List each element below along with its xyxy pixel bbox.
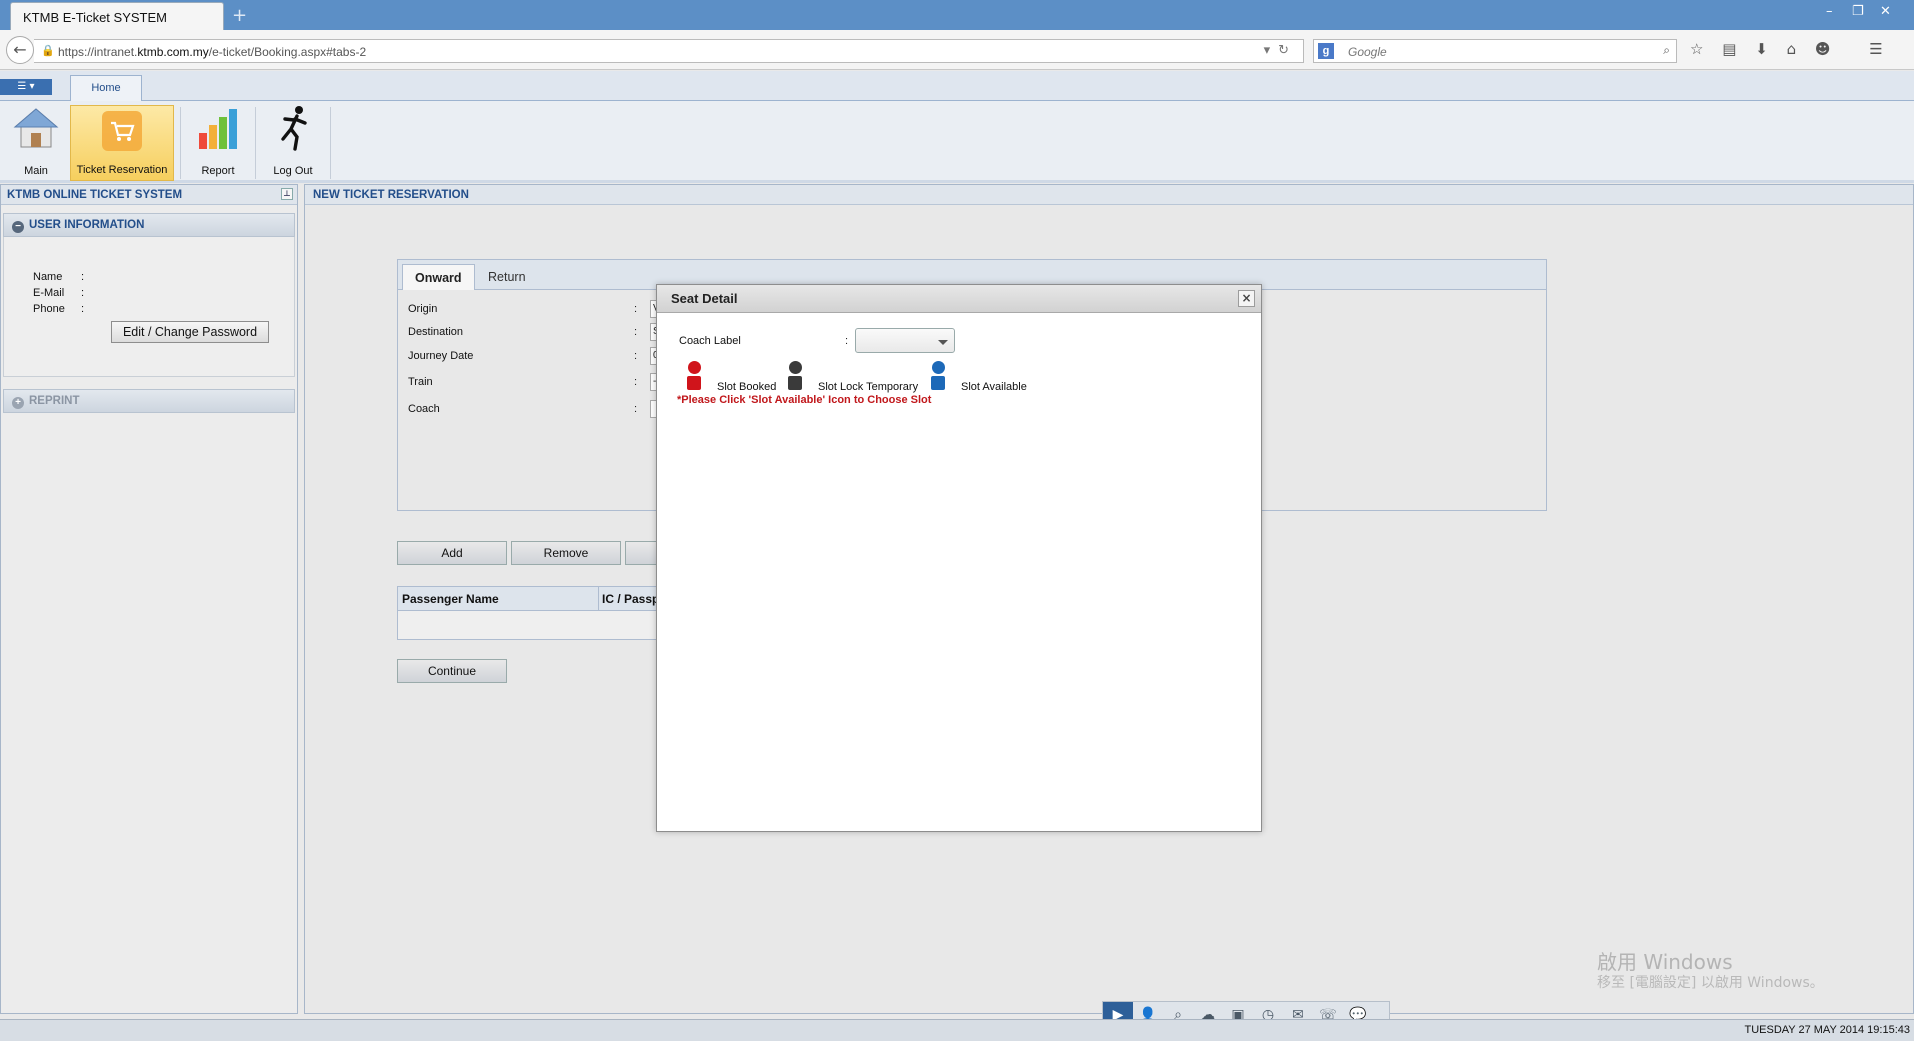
chevron-down-icon <box>938 340 948 345</box>
collapse-icon: − <box>12 221 24 233</box>
passenger-name-header: Passenger Name <box>402 592 499 606</box>
ribbon-separator <box>180 107 181 179</box>
train-colon: : <box>634 376 638 388</box>
ribbon: Main Ticket Reservation Report Log Out <box>0 101 1914 183</box>
app-tabbar: ☰ ▾ Home <box>0 71 1914 102</box>
seat-available-icon[interactable] <box>931 361 945 391</box>
url-text: https://intranet.ktmb.com.my/e-ticket/Bo… <box>58 45 367 59</box>
app-menu-button[interactable]: ☰ ▾ <box>0 79 52 95</box>
coach-label-dropdown[interactable] <box>855 328 955 353</box>
reading-list-icon[interactable]: ▤ <box>1722 40 1736 58</box>
url-bar[interactable]: 🔒 https://intranet.ktmb.com.my/e-ticket/… <box>34 39 1304 63</box>
ribbon-separator <box>330 107 331 179</box>
minimize-icon[interactable]: – <box>1826 4 1833 19</box>
menu-icon[interactable]: ☰ <box>1869 40 1882 58</box>
pin-icon[interactable]: ⊥ <box>281 188 293 200</box>
addon-icon[interactable]: ☻ <box>1815 40 1831 58</box>
home-icon[interactable]: ⌂ <box>1787 40 1797 58</box>
bookmark-star-icon[interactable]: ☆ <box>1690 40 1703 58</box>
slot-available-label: Slot Available <box>961 381 1027 393</box>
choose-slot-notice: *Please Click 'Slot Available' Icon to C… <box>677 394 932 406</box>
column-separator <box>598 587 599 611</box>
house-icon <box>13 108 59 148</box>
phone-label: Phone <box>33 303 65 315</box>
report-button[interactable]: Report <box>190 105 246 181</box>
browser-tab[interactable]: KTMB E-Ticket SYSTEM <box>10 2 224 30</box>
passenger-grid: Passenger Name IC / Passp <box>397 586 667 640</box>
main-panel-title: NEW TICKET RESERVATION <box>305 185 1913 205</box>
ticket-reservation-button[interactable]: Ticket Reservation <box>70 105 174 181</box>
new-tab-button[interactable]: + <box>232 5 247 26</box>
ribbon-separator <box>255 107 256 179</box>
journey-date-label: Journey Date <box>408 350 474 362</box>
browser-toolbar: ☆ ▤ ⬇ ⌂ ☻ ☰ <box>1690 40 1897 58</box>
browser-titlebar: KTMB E-Ticket SYSTEM + – ❐ ✕ <box>0 0 1914 30</box>
passenger-grid-header: Passenger Name IC / Passp <box>398 587 666 611</box>
email-colon: : <box>81 287 85 299</box>
seat-detail-modal: Seat Detail × Coach Label : Slot Booked … <box>656 284 1262 832</box>
reprint-header[interactable]: + REPRINT <box>3 389 295 413</box>
left-panel: KTMB ONLINE TICKET SYSTEM ⊥ − USER INFORM… <box>0 184 298 1014</box>
close-window-icon[interactable]: ✕ <box>1880 4 1891 19</box>
status-bar: TUESDAY 27 MAY 2014 19:15:43 <box>0 1019 1914 1041</box>
expand-icon: + <box>12 397 24 409</box>
log-out-button[interactable]: Log Out <box>262 105 324 181</box>
main-button[interactable]: Main <box>6 105 66 181</box>
slot-lock-temporary-label: Slot Lock Temporary <box>818 381 919 393</box>
user-information-body: Name : E-Mail : Phone : Edit / Change Pa… <box>3 237 295 377</box>
bar-chart-icon <box>199 109 237 149</box>
seat-booked-icon <box>687 361 701 391</box>
left-panel-title: KTMB ONLINE TICKET SYSTEM ⊥ <box>1 185 297 205</box>
user-information-header[interactable]: − USER INFORMATION <box>3 213 295 237</box>
close-icon[interactable]: × <box>1238 290 1255 307</box>
origin-label: Origin <box>408 303 438 315</box>
download-icon[interactable]: ⬇ <box>1755 40 1768 58</box>
search-bar[interactable]: g Google ⌕ <box>1313 39 1677 63</box>
tab-onward[interactable]: Onward <box>402 264 475 290</box>
continue-button[interactable]: Continue <box>397 659 507 683</box>
search-icon[interactable]: ⌕ <box>1663 43 1670 58</box>
running-man-icon <box>281 106 307 151</box>
google-icon[interactable]: g <box>1318 43 1334 59</box>
name-label: Name <box>33 271 63 283</box>
seat-locked-icon <box>788 361 802 391</box>
email-label: E-Mail <box>33 287 65 299</box>
tab-home[interactable]: Home <box>70 75 142 102</box>
status-datetime: TUESDAY 27 MAY 2014 19:15:43 <box>1744 1024 1910 1036</box>
train-label: Train <box>408 376 433 388</box>
coach-label-colon: : <box>845 335 849 347</box>
back-arrow-icon[interactable]: ← <box>6 36 34 64</box>
remove-button[interactable]: Remove <box>511 541 621 565</box>
phone-colon: : <box>81 303 85 315</box>
edit-password-button[interactable]: Edit / Change Password <box>111 321 269 343</box>
coach-colon: : <box>634 403 638 415</box>
modal-title: Seat Detail × <box>657 285 1261 313</box>
restore-icon[interactable]: ❐ <box>1852 4 1864 19</box>
coach-label-text: Coach Label <box>679 335 741 347</box>
windows-watermark-title: 啟用 Windows <box>1597 950 1733 974</box>
ic-passport-header: IC / Passp <box>602 592 660 606</box>
windows-watermark-subtitle: 移至 [電腦設定] 以啟用 Windows。 <box>1597 975 1824 991</box>
browser-navbar: ← 🔒 https://intranet.ktmb.com.my/e-ticke… <box>0 30 1914 70</box>
tab-return[interactable]: Return <box>476 264 538 290</box>
origin-colon: : <box>634 303 638 315</box>
slot-booked-label: Slot Booked <box>717 381 777 393</box>
name-colon: : <box>81 271 85 283</box>
search-placeholder: Google <box>1348 45 1387 59</box>
reload-icon[interactable]: ▾↻ <box>1264 43 1297 58</box>
coach-label: Coach <box>408 403 440 415</box>
journey-date-colon: : <box>634 350 638 362</box>
cart-icon <box>102 111 142 151</box>
destination-colon: : <box>634 326 638 338</box>
destination-label: Destination <box>408 326 464 338</box>
add-button[interactable]: Add <box>397 541 507 565</box>
lock-icon: 🔒 <box>41 44 55 57</box>
